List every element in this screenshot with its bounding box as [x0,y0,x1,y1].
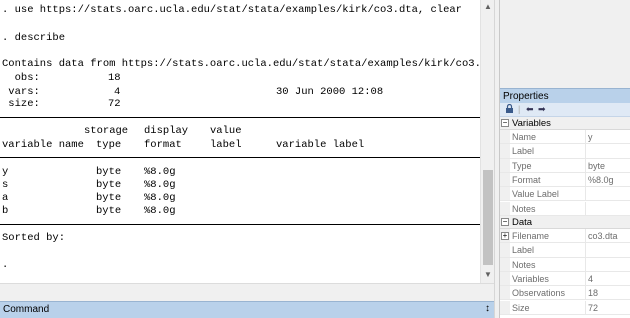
command-title: Command [3,304,50,315]
contains-data-line: Contains data from https://stats.oarc.uc… [2,58,480,70]
separator-icon: | [518,104,521,114]
header-value: value [210,125,242,137]
property-row[interactable]: Size 72 [500,300,630,315]
table-top-rule [0,117,480,118]
property-value: y [588,132,593,142]
pin-icon[interactable]: ↕ [485,303,490,314]
property-key: Filename [512,229,586,243]
var-name: s [2,179,9,191]
header-type: type [96,139,122,151]
property-row[interactable]: Variables 4 [500,271,630,287]
header-label: label [210,139,242,151]
forward-arrow-icon[interactable]: ➡ [538,104,546,115]
header-format: format [144,139,182,151]
vars-label: vars: [2,86,40,98]
property-key: Format [512,172,586,187]
variables-section-label: Variables [512,118,551,129]
var-type: byte [96,179,122,191]
sorted-by-line: Sorted by: [2,232,66,244]
dataset-date: 30 Jun 2000 12:08 [276,86,384,98]
property-row[interactable]: Value Label [500,187,630,202]
property-key: Type [512,158,586,172]
property-row[interactable]: Format %8.0g [500,172,630,188]
property-row[interactable]: Label [500,243,630,258]
back-arrow-icon[interactable]: ⬅ [526,104,534,115]
obs-value: 18 [108,72,121,84]
properties-toolbar: | ⬅ ➡ [500,103,630,117]
property-value: co3.dta [588,231,618,241]
collapse-icon[interactable]: − [501,218,509,226]
table-header-rule [0,157,480,158]
properties-empty-area [500,0,630,88]
property-key: Notes [512,257,586,271]
property-value: 4 [588,273,594,284]
property-value: 72 [588,302,599,313]
property-row[interactable]: Label [500,144,630,159]
header-variable-label: variable label [276,139,365,151]
property-key: Label [512,144,586,158]
header-display: display [144,125,189,137]
command-echo-use: . use https://stats.oarc.ucla.edu/stat/s… [2,4,462,16]
var-type: byte [96,192,122,204]
table-bottom-rule [0,224,480,225]
property-value: 18 [588,288,599,299]
lock-icon[interactable] [505,103,514,116]
var-type: byte [96,166,122,178]
property-row[interactable]: Type byte [500,158,630,173]
command-window-titlebar[interactable]: Command ↕ [0,301,494,318]
property-key: Notes [512,201,586,215]
property-key: Value Label [512,187,586,201]
property-key: Observations [512,286,586,300]
command-prompt-dot: . [2,259,9,271]
data-section-header[interactable]: − Data [500,216,630,229]
property-row[interactable]: + Filename co3.dta [500,229,630,244]
data-section-label: Data [512,217,533,228]
var-type: byte [96,205,122,217]
property-value: %8.0g [588,174,614,185]
property-key: Variables [512,271,586,286]
properties-panel: Properties | ⬅ ➡ − Variables Name y Label… [499,0,630,318]
var-format: %8.0g [144,166,176,178]
obs-label: obs: [2,72,40,84]
size-label: size: [2,98,40,110]
property-key: Label [512,243,586,257]
property-row[interactable]: Notes [500,201,630,216]
property-value: byte [588,160,606,171]
property-row[interactable]: Observations 18 [500,286,630,301]
results-scrollbar[interactable]: ▲ ▼ [480,0,494,283]
properties-title[interactable]: Properties [500,88,630,103]
size-value: 72 [108,98,121,110]
var-format: %8.0g [144,192,176,204]
var-format: %8.0g [144,205,176,217]
header-variable-name: variable name [2,139,84,151]
command-echo-describe: . describe [2,32,66,44]
property-key: Size [512,300,586,314]
vars-value: 4 [114,86,121,98]
var-name: y [2,166,9,178]
var-format: %8.0g [144,179,176,191]
results-status-strip [0,283,494,301]
var-name: b [2,205,9,217]
property-row[interactable]: Name y [500,130,630,145]
variables-section-header[interactable]: − Variables [500,117,630,130]
scroll-up-icon[interactable]: ▲ [481,0,495,14]
property-key: Name [512,130,586,144]
results-pane: . use https://stats.oarc.ucla.edu/stat/s… [0,0,480,283]
expand-icon[interactable]: + [501,232,509,240]
scrollbar-thumb[interactable] [483,170,493,265]
scroll-down-icon[interactable]: ▼ [481,268,495,282]
header-storage: storage [84,125,129,137]
collapse-icon[interactable]: − [501,119,509,127]
var-name: a [2,192,9,204]
property-row[interactable]: Notes [500,257,630,272]
